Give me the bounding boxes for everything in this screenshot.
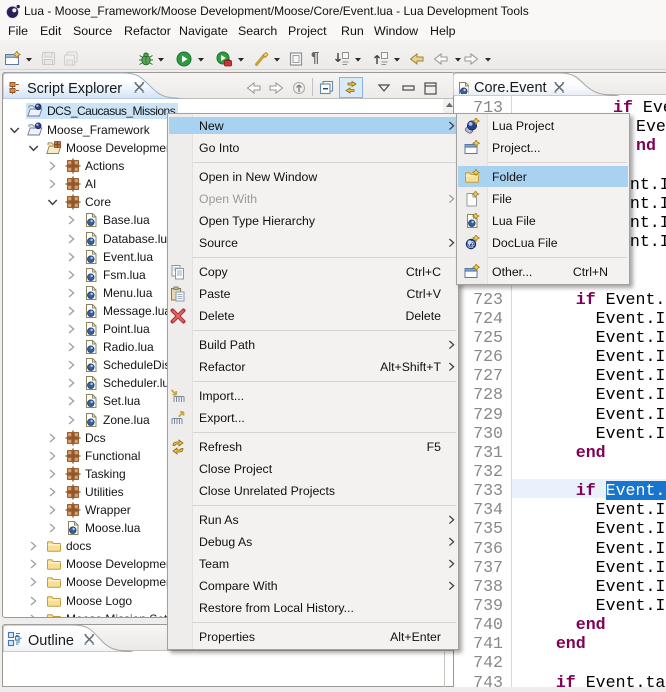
svg-text:@: @ <box>467 240 475 249</box>
